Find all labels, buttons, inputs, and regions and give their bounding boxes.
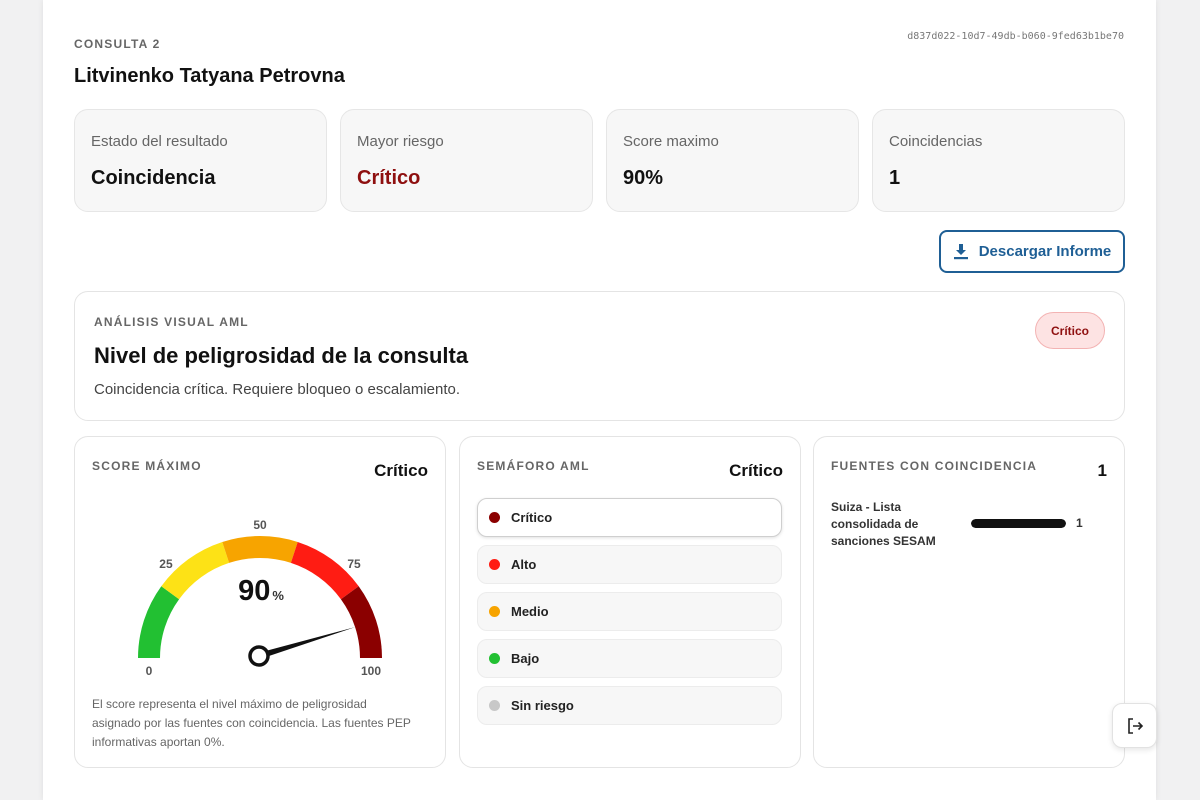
gauge-tick-label: 100 [361, 664, 381, 678]
analysis-description: Coincidencia crítica. Requiere bloqueo o… [94, 381, 461, 398]
gauge-needle-hub [248, 645, 270, 667]
gauge-tick-label: 50 [253, 518, 267, 532]
score-note: El score representa el nivel máximo de p… [92, 697, 411, 749]
semaforo-item-label: Sin riesgo [511, 698, 574, 713]
stat-card-coincidencias: Coincidencias 1 [872, 109, 1125, 212]
source-count: 1 [1076, 516, 1083, 530]
consulta-id: d837d022-10d7-49db-b060-9fed63b1be70 [907, 31, 1124, 42]
source-bar-fill [971, 519, 1066, 528]
gauge-tick-label: 0 [146, 664, 153, 678]
semaforo-item-label: Bajo [511, 651, 540, 666]
score-level: Crítico [374, 461, 428, 480]
gauge-needle [258, 627, 356, 660]
source-name: Suiza - Lista consolidada de sanciones S… [831, 500, 936, 548]
stat-value: 1 [889, 167, 901, 189]
semaforo-item-sin-riesgo[interactable]: Sin riesgo [477, 686, 782, 725]
status-dot-icon [489, 512, 500, 523]
download-icon [953, 243, 968, 259]
semaforo-item-label: Alto [511, 557, 537, 572]
status-dot-icon [489, 559, 500, 570]
semaforo-item-alto[interactable]: Alto [477, 545, 782, 584]
analysis-eyebrow: ANÁLISIS VISUAL AML [94, 315, 249, 329]
score-number: 90 [238, 575, 271, 607]
stat-card-score: Score maximo 90% [606, 109, 859, 212]
stat-card-estado: Estado del resultado Coincidencia [74, 109, 327, 212]
fuentes-eyebrow: FUENTES CON COINCIDENCIA [831, 459, 1038, 473]
consulta-label: CONSULTA 2 [74, 37, 161, 51]
score-card: SCORE MÁXIMO Crítico 0 25 50 75 100 90% El s… [74, 436, 446, 768]
status-dot-icon [489, 700, 500, 711]
score-eyebrow: SCORE MÁXIMO [92, 459, 202, 473]
stat-value: 90% [623, 167, 664, 189]
stat-label: Score maximo [623, 133, 719, 150]
gauge-tick-label: 25 [159, 557, 173, 571]
stat-label: Coincidencias [889, 133, 983, 150]
consulta-panel: CONSULTA 2 d837d022-10d7-49db-b060-9fed6… [43, 0, 1156, 800]
status-dot-icon [489, 653, 500, 664]
semaforo-card: SEMÁFORO AML Crítico Crítico Alto Medio … [459, 436, 801, 768]
score-unit: % [272, 588, 284, 603]
stat-card-riesgo: Mayor riesgo Crítico [340, 109, 593, 212]
download-report-label: Descargar Informe [978, 243, 1112, 260]
analysis-title: Nivel de peligrosidad de la consulta [94, 343, 469, 368]
source-row: Suiza - Lista consolidada de sanciones S… [831, 499, 1111, 550]
logout-button[interactable] [1112, 703, 1157, 748]
gauge-band-2 [222, 536, 298, 563]
semaforo-level: Crítico [729, 461, 783, 480]
semaforo-item-critico[interactable]: Crítico [477, 498, 782, 537]
semaforo-list: Crítico Alto Medio Bajo Sin riesgo [477, 498, 782, 733]
logout-icon [1127, 717, 1143, 734]
semaforo-item-label: Medio [511, 604, 549, 619]
risk-badge: Crítico [1035, 312, 1105, 349]
analysis-card: ANÁLISIS VISUAL AML Nivel de peligrosida… [74, 291, 1125, 421]
stat-value: Crítico [357, 167, 421, 189]
source-bar [971, 519, 1066, 528]
status-dot-icon [489, 606, 500, 617]
gauge-tick-label: 75 [347, 557, 361, 571]
stat-label: Mayor riesgo [357, 133, 444, 150]
stat-label: Estado del resultado [91, 133, 228, 150]
semaforo-item-label: Crítico [511, 510, 553, 525]
stat-value: Coincidencia [91, 167, 216, 189]
semaforo-item-bajo[interactable]: Bajo [477, 639, 782, 678]
download-report-button[interactable]: Descargar Informe [939, 230, 1125, 273]
fuentes-card: FUENTES CON COINCIDENCIA 1 Suiza - Lista… [813, 436, 1125, 768]
fuentes-count: 1 [1097, 461, 1107, 480]
semaforo-item-medio[interactable]: Medio [477, 592, 782, 631]
semaforo-eyebrow: SEMÁFORO AML [477, 459, 590, 473]
person-name: Litvinenko Tatyana Petrovna [74, 65, 345, 87]
score-readout: 90% [75, 575, 447, 608]
